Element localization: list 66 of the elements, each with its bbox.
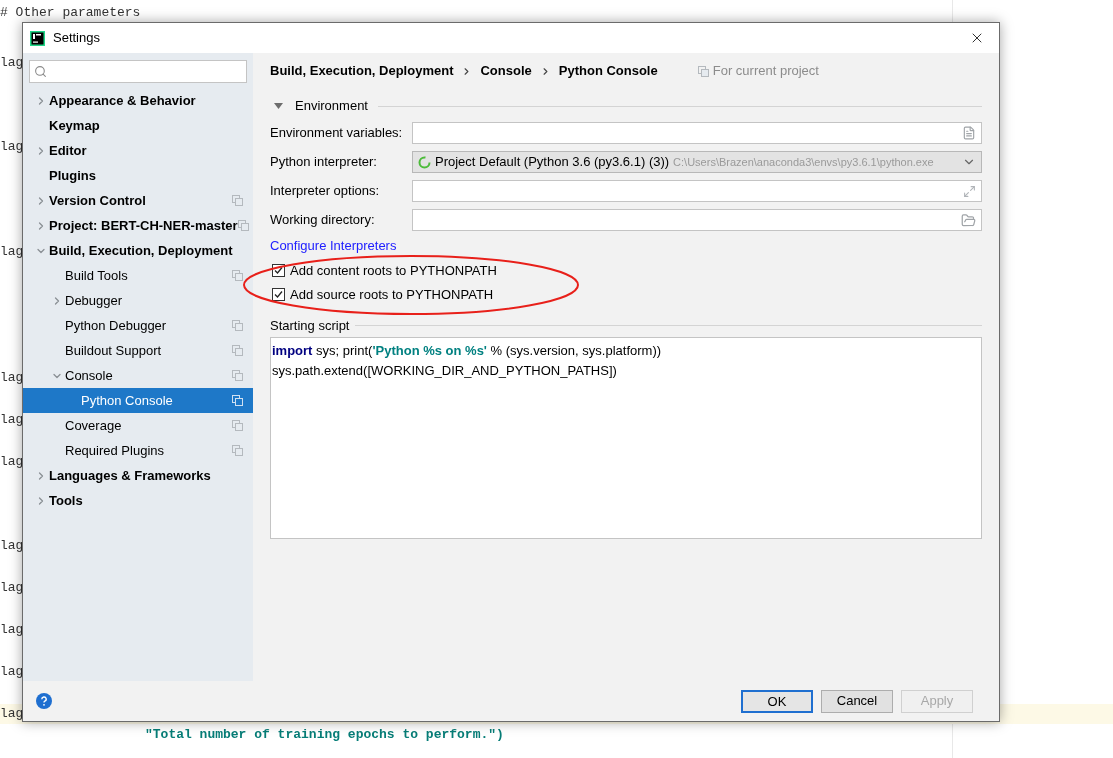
code-line: lag	[0, 537, 24, 555]
code-line: lag	[0, 663, 24, 681]
breadcrumb-item: Python Console	[558, 62, 658, 81]
breadcrumb-item: Console	[480, 62, 532, 81]
interpreter-name: Project Default (Python 3.6 (py3.6.1) (3))	[435, 153, 670, 172]
tree-item[interactable]: Required Plugins	[23, 438, 253, 463]
expand-icon[interactable]	[963, 184, 976, 198]
code-line: # Other parameters	[0, 4, 141, 22]
script-editor[interactable]: import sys; print('Python %s on %s' % (sys.version, sys.platform)) sys.path.extend([WORKING_DIR_AND_PYTHON_PATHS])	[270, 336, 982, 539]
loading-ring-icon	[418, 155, 431, 169]
document-icon[interactable]	[962, 126, 976, 140]
breadcrumb-item: Build, Execution, Deployment	[270, 62, 454, 81]
interpreter-path: C:\Users\Brazen\anaconda3\envs\py3.6.1\python.exe	[673, 154, 935, 170]
text-field[interactable]	[412, 180, 982, 202]
folder-icon[interactable]	[961, 212, 976, 228]
tree-item[interactable]: Keymap	[23, 113, 253, 138]
tree-item[interactable]: Appearance & Behavior	[23, 88, 253, 113]
search-icon[interactable]	[34, 65, 47, 78]
checkbox-label: Add content roots to PYTHONPATH	[290, 261, 497, 280]
tree-item[interactable]: Debugger	[23, 288, 253, 313]
field-label: Python interpreter:	[270, 153, 378, 172]
field-label: Environment variables:	[270, 124, 404, 143]
script-line: sys.path.extend([WORKING_DIR_AND_PYTHON_PATHS])	[272, 361, 618, 380]
code-line: lag	[0, 621, 24, 639]
checkbox[interactable]	[272, 288, 285, 301]
code-line: lag	[0, 138, 24, 156]
code-line: lag	[0, 579, 24, 597]
code-line: lag	[0, 243, 24, 261]
dialog-button[interactable]: OK	[741, 689, 813, 713]
code-line: "Total number of training epochs to perform.")	[145, 726, 504, 744]
text-field[interactable]	[412, 209, 982, 231]
checkbox-label: Add source roots to PYTHONPATH	[290, 285, 494, 304]
tree-item[interactable]: Build, Execution, Deployment	[23, 238, 253, 263]
tree-item[interactable]: Version Control	[23, 188, 253, 213]
tree-item[interactable]: Python Debugger	[23, 313, 253, 338]
triangle-icon[interactable]	[274, 102, 283, 110]
code-line: lag	[0, 54, 24, 72]
configure-interpreters-link[interactable]: Configure Interpreters	[270, 236, 397, 256]
copy-icon	[697, 65, 709, 77]
tree-item[interactable]: Coverage	[23, 413, 253, 438]
tree-item[interactable]: Python Console	[23, 388, 253, 413]
code-line: lag	[0, 411, 24, 429]
interpreter-dropdown[interactable]: Project Default (Python 3.6 (py3.6.1) (3)) C:\Users\Brazen\anaconda3\envs\py3.6.1\python.exe	[412, 151, 982, 173]
code-line: lag	[0, 369, 24, 387]
tree-item[interactable]: Plugins	[23, 163, 253, 188]
window-title: Settings	[53, 29, 101, 48]
script-line: import sys; print('Python %s on %s' % (sys.version, sys.platform))	[272, 341, 663, 360]
app-logo-icon	[30, 30, 45, 46]
tree-item[interactable]: Project: BERT-CH-NER-master	[23, 213, 253, 238]
code-line: lag	[0, 705, 24, 723]
scope-label: For current project	[712, 62, 819, 81]
section-title: Environment	[295, 97, 368, 116]
help-icon[interactable]	[36, 693, 52, 709]
text-field[interactable]	[412, 122, 982, 144]
tree-item[interactable]: Editor	[23, 138, 253, 163]
tree-item[interactable]: Buildout Support	[23, 338, 253, 363]
field-label: Working directory:	[270, 211, 376, 230]
search-field[interactable]	[29, 60, 247, 83]
script-label: Starting script	[270, 316, 350, 335]
dialog-button[interactable]: Cancel	[821, 689, 893, 713]
code-line: lag	[0, 453, 24, 471]
tree-item[interactable]: Languages & Frameworks	[23, 463, 253, 488]
field-label: Interpreter options:	[270, 182, 381, 201]
tree-item[interactable]: Tools	[23, 488, 253, 513]
tree-item[interactable]: Build Tools	[23, 263, 253, 288]
tree-item[interactable]: Console	[23, 363, 253, 388]
